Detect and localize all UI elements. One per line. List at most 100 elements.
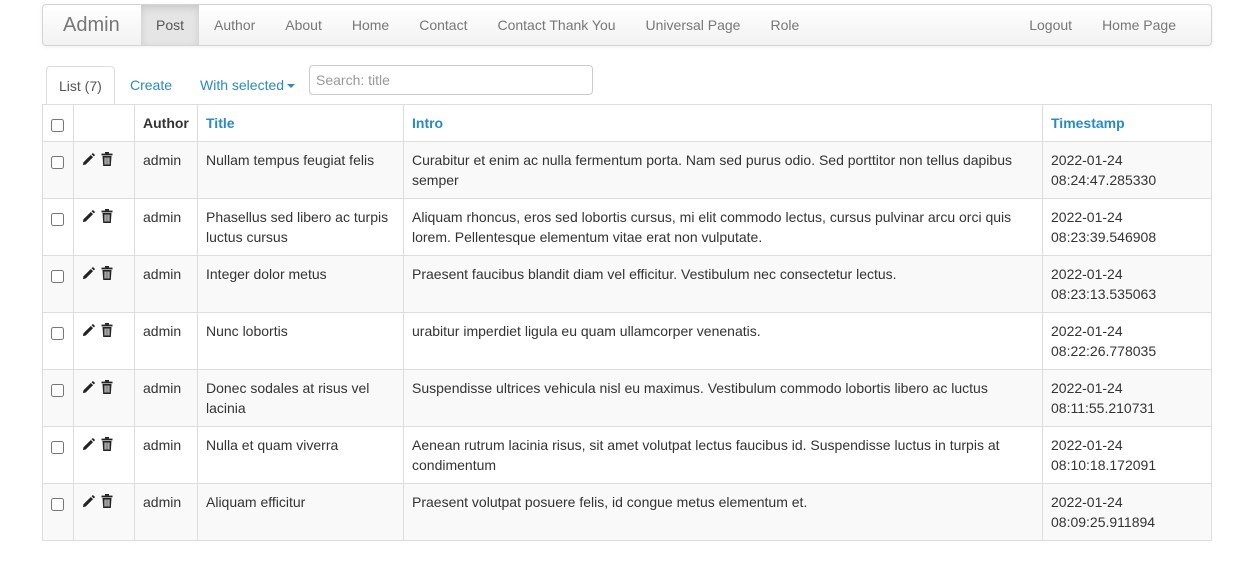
cell-timestamp: 2022-01-24 08:24:47.285330 <box>1042 141 1212 199</box>
nav-item-contact[interactable]: Contact <box>404 5 482 45</box>
trash-icon[interactable] <box>101 208 114 223</box>
cell-timestamp: 2022-01-24 08:23:13.535063 <box>1042 255 1212 313</box>
column-header-intro[interactable]: Intro <box>403 104 1043 142</box>
nav-item-home[interactable]: Home <box>337 5 404 45</box>
timestamp-time: 08:23:39.546908 <box>1051 229 1157 245</box>
cell-intro: Praesent volutpat posuere felis, id cong… <box>403 483 1043 541</box>
cell-intro: Curabitur et enim ac nulla fermentum por… <box>403 141 1043 199</box>
cell-title: Nunc lobortis <box>197 312 404 370</box>
row-select-cell <box>42 483 74 541</box>
timestamp-date: 2022-01-24 <box>1051 437 1123 453</box>
cell-intro: Suspendisse ultrices vehicula nisl eu ma… <box>403 369 1043 427</box>
nav-item-author[interactable]: Author <box>199 5 270 45</box>
timestamp-date: 2022-01-24 <box>1051 152 1123 168</box>
row-actions-cell <box>73 198 135 256</box>
row-select-cell <box>42 369 74 427</box>
cell-intro: urabitur imperdiet ligula eu quam ullamc… <box>403 312 1043 370</box>
timestamp-date: 2022-01-24 <box>1051 494 1123 510</box>
row-select-cell <box>42 312 74 370</box>
table-row: admin Aliquam efficitur Praesent volutpat … <box>42 483 1212 541</box>
cell-intro: Praesent faucibus blandit diam vel effic… <box>403 255 1043 313</box>
row-select-cell <box>42 255 74 313</box>
cell-title: Nulla et quam viverra <box>197 426 404 484</box>
row-checkbox[interactable] <box>51 156 64 169</box>
cell-intro: Aliquam rhoncus, eros sed lobortis cursu… <box>403 198 1043 256</box>
nav-item-about[interactable]: About <box>270 5 337 45</box>
nav-item-home-page[interactable]: Home Page <box>1087 5 1191 45</box>
column-header-timestamp[interactable]: Timestamp <box>1042 104 1212 142</box>
cell-timestamp: 2022-01-24 08:10:18.172091 <box>1042 426 1212 484</box>
row-checkbox[interactable] <box>51 441 64 454</box>
pencil-icon[interactable] <box>82 436 95 451</box>
with-selected-label: With selected <box>200 77 285 93</box>
nav-left: Post Author About Home Contact Contact T… <box>141 5 814 45</box>
row-actions-cell <box>73 426 135 484</box>
trash-icon[interactable] <box>101 151 114 166</box>
nav-right: Logout Home Page <box>1014 5 1191 45</box>
table-row: admin Nullam tempus feugiat felis Curabitu… <box>42 141 1212 199</box>
cell-author: admin <box>134 312 198 370</box>
pencil-icon[interactable] <box>82 208 95 223</box>
row-checkbox[interactable] <box>51 213 64 226</box>
timestamp-time: 08:23:13.535063 <box>1051 286 1157 302</box>
pencil-icon[interactable] <box>82 493 95 508</box>
nav-item-universal-page[interactable]: Universal Page <box>631 5 756 45</box>
table-row: admin Phasellus sed libero ac turpis luct… <box>42 198 1212 256</box>
column-header-author: Author <box>134 104 198 142</box>
trash-icon[interactable] <box>101 493 114 508</box>
cell-timestamp: 2022-01-24 08:23:39.546908 <box>1042 198 1212 256</box>
cell-author: admin <box>134 141 198 199</box>
tab-list[interactable]: List (7) <box>46 66 115 105</box>
table-row: admin Nulla et quam viverra Aenean rutrum … <box>42 426 1212 484</box>
cell-author: admin <box>134 426 198 484</box>
cell-timestamp: 2022-01-24 08:11:55.210731 <box>1042 369 1212 427</box>
timestamp-time: 08:24:47.285330 <box>1051 172 1157 188</box>
pencil-icon[interactable] <box>82 265 95 280</box>
cell-author: admin <box>134 483 198 541</box>
cell-timestamp: 2022-01-24 08:22:26.778035 <box>1042 312 1212 370</box>
table-row: admin Nunc lobortis urabitur imperdiet lig… <box>42 312 1212 370</box>
trash-icon[interactable] <box>101 436 114 451</box>
nav-item-post[interactable]: Post <box>141 5 200 45</box>
row-checkbox[interactable] <box>51 498 64 511</box>
select-all-cell <box>42 104 74 142</box>
with-selected-dropdown[interactable]: With selected <box>188 66 307 104</box>
timestamp-date: 2022-01-24 <box>1051 380 1123 396</box>
tab-create[interactable]: Create <box>118 66 184 104</box>
row-select-cell <box>42 141 74 199</box>
table-header-row: Author Title Intro Timestamp <box>42 104 1212 142</box>
cell-title: Aliquam efficitur <box>197 483 404 541</box>
row-checkbox[interactable] <box>51 270 64 283</box>
trash-icon[interactable] <box>101 265 114 280</box>
nav-item-logout[interactable]: Logout <box>1014 5 1087 45</box>
nav-item-contact-thank-you[interactable]: Contact Thank You <box>482 5 630 45</box>
pencil-icon[interactable] <box>82 151 95 166</box>
actions-header <box>73 104 135 142</box>
row-actions-cell <box>73 141 135 199</box>
table-row: admin Integer dolor metus Praesent faucibu… <box>42 255 1212 313</box>
cell-author: admin <box>134 255 198 313</box>
column-header-title[interactable]: Title <box>197 104 404 142</box>
row-select-cell <box>42 198 74 256</box>
search-input[interactable] <box>309 65 593 95</box>
caret-down-icon <box>287 84 296 89</box>
select-all-checkbox[interactable] <box>51 119 64 132</box>
timestamp-date: 2022-01-24 <box>1051 323 1123 339</box>
trash-icon[interactable] <box>101 322 114 337</box>
row-actions-cell <box>73 255 135 313</box>
row-checkbox[interactable] <box>51 384 64 397</box>
trash-icon[interactable] <box>101 379 114 394</box>
cell-timestamp: 2022-01-24 08:09:25.911894 <box>1042 483 1212 541</box>
timestamp-time: 08:22:26.778035 <box>1051 343 1157 359</box>
pencil-icon[interactable] <box>82 379 95 394</box>
row-actions-cell <box>73 483 135 541</box>
row-checkbox[interactable] <box>51 327 64 340</box>
pencil-icon[interactable] <box>82 322 95 337</box>
brand-logo[interactable]: Admin <box>63 5 120 45</box>
timestamp-time: 08:11:55.210731 <box>1051 400 1156 416</box>
row-actions-cell <box>73 312 135 370</box>
cell-title: Integer dolor metus <box>197 255 404 313</box>
timestamp-time: 08:10:18.172091 <box>1051 457 1157 473</box>
nav-item-role[interactable]: Role <box>755 5 814 45</box>
cell-author: admin <box>134 369 198 427</box>
